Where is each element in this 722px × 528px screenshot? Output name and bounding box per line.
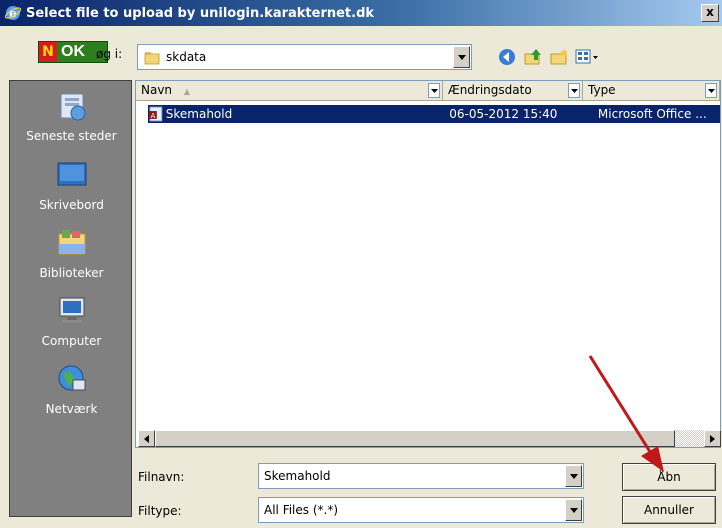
- folder-icon: [144, 52, 160, 65]
- place-libraries-label: Biblioteker: [39, 266, 104, 280]
- place-desktop[interactable]: Skrivebord: [10, 158, 133, 212]
- scroll-right-button[interactable]: [704, 430, 721, 447]
- chevron-left-icon: [144, 434, 149, 443]
- chevron-down-icon[interactable]: [565, 499, 582, 521]
- svg-text:A: A: [151, 112, 156, 120]
- toolbar: [497, 47, 599, 67]
- file-date: 06-05-2012 15:40: [449, 107, 558, 121]
- look-in-combo[interactable]: skdata: [137, 44, 472, 70]
- look-in-value: skdata: [166, 50, 207, 64]
- place-network-label: Netværk: [45, 402, 98, 416]
- places-bar: Seneste steder Skrivebord Biblioteker Co…: [9, 80, 132, 517]
- internet-explorer-icon: e: [4, 6, 22, 21]
- look-in-label: øg i:: [96, 47, 123, 61]
- place-recent-label: Seneste steder: [26, 129, 117, 143]
- cancel-button[interactable]: Annuller: [622, 496, 716, 524]
- scroll-left-button[interactable]: [138, 430, 155, 447]
- up-folder-icon[interactable]: [523, 47, 543, 67]
- back-icon[interactable]: [497, 47, 517, 67]
- column-header-date[interactable]: Ændringsdato: [443, 81, 583, 101]
- open-button[interactable]: Åbn: [622, 463, 716, 491]
- filename-label: Filnavn:: [138, 470, 185, 484]
- chevron-down-icon[interactable]: [453, 46, 470, 68]
- filetype-value: All Files (*.*): [264, 503, 339, 517]
- file-type: Microsoft Office ...: [597, 107, 707, 121]
- place-recent[interactable]: Seneste steder: [10, 89, 133, 143]
- window-title: Select file to upload by unilogin.karakt…: [26, 5, 375, 21]
- chevron-down-icon[interactable]: [565, 465, 582, 487]
- scrollbar-thumb[interactable]: [155, 430, 675, 447]
- file-name: Skemahold: [165, 107, 233, 121]
- filetype-select[interactable]: All Files (*.*): [258, 497, 584, 523]
- chevron-right-icon: [710, 434, 715, 443]
- new-folder-icon[interactable]: [549, 47, 569, 67]
- chevron-down-icon[interactable]: [428, 83, 440, 98]
- network-icon: [58, 365, 85, 391]
- libraries-icon: [58, 230, 85, 255]
- file-row[interactable]: A Skemahold 06-05-2012 15:40 Microsoft O…: [148, 105, 720, 123]
- recent-places-icon: [60, 93, 85, 121]
- filetype-label: Filtype:: [138, 504, 182, 518]
- access-file-icon: A: [148, 106, 163, 122]
- column-name-label: Navn: [141, 83, 173, 97]
- horizontal-scrollbar[interactable]: [138, 430, 721, 447]
- sort-ascending-icon: ▲: [183, 87, 191, 96]
- title-bar: e Select file to upload by unilogin.kara…: [0, 0, 722, 26]
- computer-icon: [59, 297, 84, 323]
- place-libraries[interactable]: Biblioteker: [10, 226, 133, 280]
- nok-logo-n: N: [39, 42, 57, 62]
- filename-input[interactable]: Skemahold: [258, 463, 584, 489]
- view-menu-icon[interactable]: [575, 47, 599, 67]
- desktop-icon: [57, 162, 86, 186]
- place-network[interactable]: Netværk: [10, 362, 133, 416]
- column-type-label: Type: [588, 83, 616, 97]
- chevron-down-icon[interactable]: [705, 83, 717, 98]
- column-header-name[interactable]: Navn ▲: [136, 81, 443, 101]
- place-computer-label: Computer: [41, 334, 102, 348]
- place-computer[interactable]: Computer: [10, 294, 133, 348]
- close-button[interactable]: x: [701, 4, 719, 22]
- column-headers: Navn ▲ Ændringsdato Type: [136, 81, 720, 101]
- file-list[interactable]: Navn ▲ Ændringsdato Type A Skemahold 06-…: [135, 80, 721, 448]
- column-header-type[interactable]: Type: [583, 81, 720, 101]
- filename-value: Skemahold: [264, 469, 331, 483]
- column-date-label: Ændringsdato: [448, 83, 532, 97]
- chevron-down-icon[interactable]: [568, 83, 580, 98]
- place-desktop-label: Skrivebord: [39, 198, 104, 212]
- nok-logo-ok: OK: [61, 43, 85, 60]
